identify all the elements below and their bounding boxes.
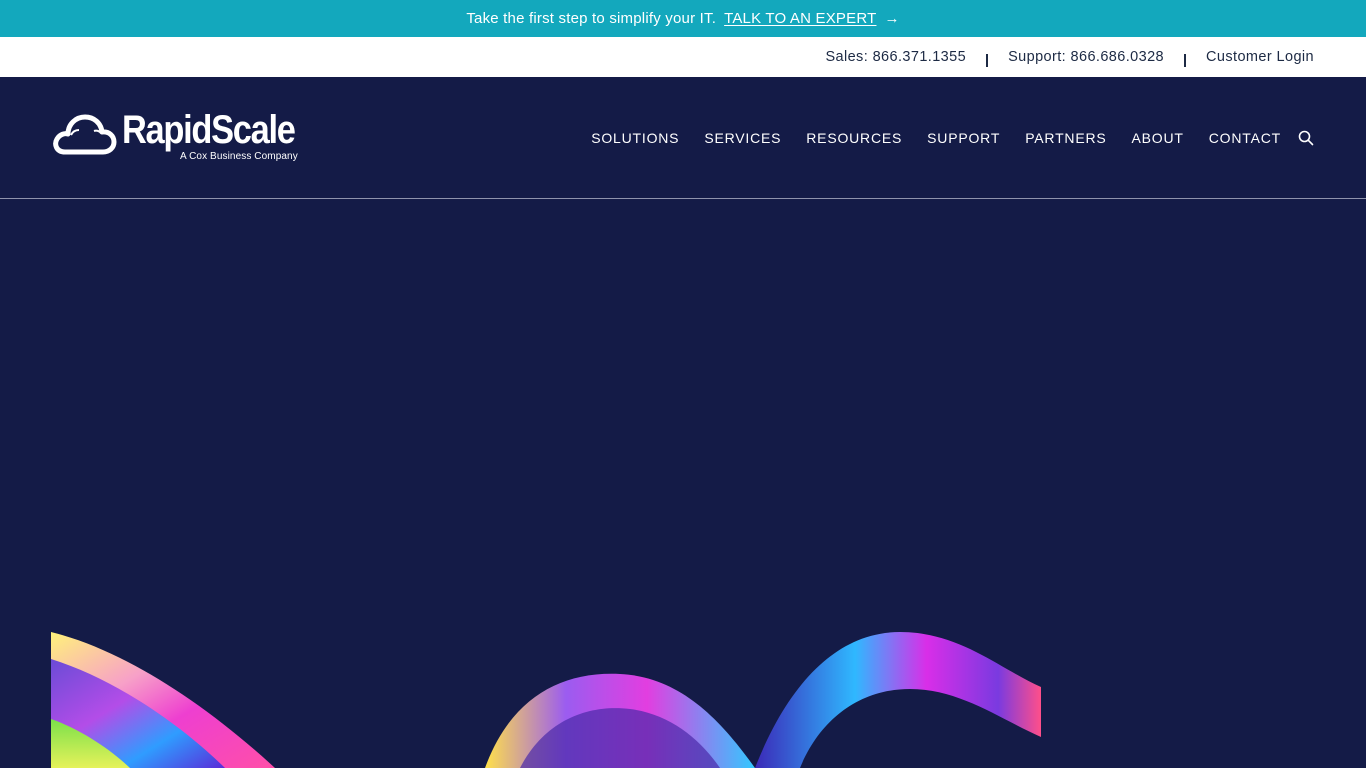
- search-icon: [1298, 130, 1314, 145]
- logo[interactable]: RapidScale A Cox Business Company: [51, 107, 301, 169]
- customer-login-link[interactable]: Customer Login: [1206, 49, 1314, 65]
- sales-phone-link[interactable]: Sales: 866.371.1355: [825, 49, 966, 65]
- talk-to-expert-link[interactable]: TALK TO AN EXPERT: [724, 10, 876, 27]
- divider: [1184, 53, 1187, 67]
- search-button[interactable]: [1298, 130, 1314, 146]
- main-nav: SOLUTIONS SERVICES RESOURCES SUPPORT PAR…: [591, 77, 1314, 198]
- promo-text: Take the first step to simplify your IT.: [466, 10, 717, 27]
- hero-section: [0, 199, 1366, 768]
- nav-contact[interactable]: CONTACT: [1209, 130, 1281, 146]
- nav-partners[interactable]: PARTNERS: [1025, 130, 1106, 146]
- brand-name: RapidScale: [122, 108, 296, 152]
- utility-bar: Sales: 866.371.1355 Support: 866.686.032…: [0, 37, 1366, 77]
- nav-resources[interactable]: RESOURCES: [806, 130, 902, 146]
- cloud-icon: [53, 114, 117, 155]
- promo-bar: Take the first step to simplify your IT.…: [0, 0, 1366, 37]
- nav-services[interactable]: SERVICES: [704, 130, 781, 146]
- support-phone-link[interactable]: Support: 866.686.0328: [1008, 49, 1164, 65]
- main-header: RapidScale A Cox Business Company SOLUTI…: [0, 77, 1366, 199]
- arrow-right-icon[interactable]: →: [884, 10, 899, 27]
- brand-tagline: A Cox Business Company: [180, 151, 298, 162]
- divider: [986, 53, 989, 67]
- nav-about[interactable]: ABOUT: [1132, 130, 1184, 146]
- ribbon-right: [755, 632, 1041, 768]
- nav-support[interactable]: SUPPORT: [927, 130, 1000, 146]
- nav-solutions[interactable]: SOLUTIONS: [591, 130, 679, 146]
- hero-ribbon-image: [51, 632, 1041, 768]
